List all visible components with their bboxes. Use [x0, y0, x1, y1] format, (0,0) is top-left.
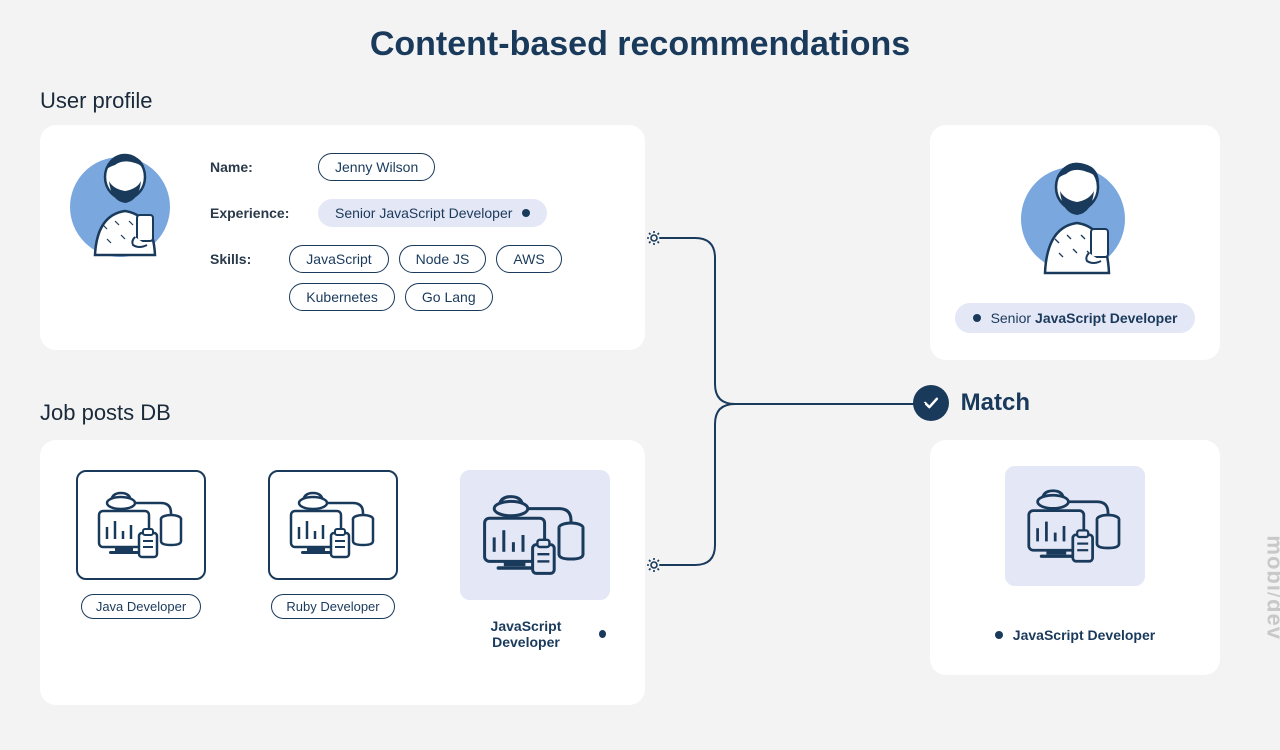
server-monitor-icon: [1005, 466, 1145, 586]
matched-profile-card: Senior JavaScript Developer: [930, 125, 1220, 360]
skill-pill: Go Lang: [405, 283, 493, 311]
job-posts-card: Java Developer Ruby D: [40, 440, 645, 705]
highlight-dot-icon: [599, 630, 606, 638]
highlight-dot-icon: [973, 314, 981, 322]
experience-value: Senior JavaScript Developer: [318, 199, 547, 227]
check-circle-icon: [913, 385, 949, 421]
experience-label: Experience:: [210, 199, 300, 221]
highlight-dot-icon: [995, 631, 1003, 639]
server-monitor-icon: [76, 470, 206, 580]
job-label: Ruby Developer: [271, 594, 394, 619]
matched-job-card: JavaScript Developer: [930, 440, 1220, 675]
skill-pill: Node JS: [399, 245, 487, 273]
skills-list: JavaScript Node JS AWS Kubernetes Go Lan…: [289, 245, 620, 311]
highlight-dot-icon: [522, 209, 530, 217]
server-monitor-icon: [268, 470, 398, 580]
matched-profile-role: Senior JavaScript Developer: [955, 303, 1196, 333]
job-label: Java Developer: [81, 594, 201, 619]
match-label-text: Match: [961, 389, 1030, 417]
avatar: [65, 145, 185, 330]
server-monitor-icon: [460, 470, 610, 600]
user-profile-card: Name: Jenny Wilson Experience: Senior Ja…: [40, 125, 645, 350]
job-posts-heading: Job posts DB: [40, 400, 171, 426]
skill-pill: AWS: [496, 245, 561, 273]
matched-job-label: JavaScript Developer: [977, 620, 1173, 650]
job-item: Java Developer: [65, 470, 217, 619]
name-label: Name:: [210, 153, 300, 175]
user-profile-heading: User profile: [40, 88, 152, 114]
match-badge: Match: [913, 385, 1030, 421]
page-title: Content-based recommendations: [0, 0, 1280, 64]
job-label-highlighted: JavaScript Developer: [449, 614, 620, 654]
skill-pill: Kubernetes: [289, 283, 395, 311]
skills-label: Skills:: [210, 245, 271, 267]
person-illustration-icon: [1015, 153, 1135, 283]
job-item: Ruby Developer: [257, 470, 409, 619]
job-item-highlighted: JavaScript Developer: [449, 470, 620, 654]
watermark: mobi/dev: [1262, 535, 1280, 640]
person-illustration-icon: [65, 145, 185, 265]
skill-pill: JavaScript: [289, 245, 388, 273]
name-value: Jenny Wilson: [318, 153, 435, 181]
